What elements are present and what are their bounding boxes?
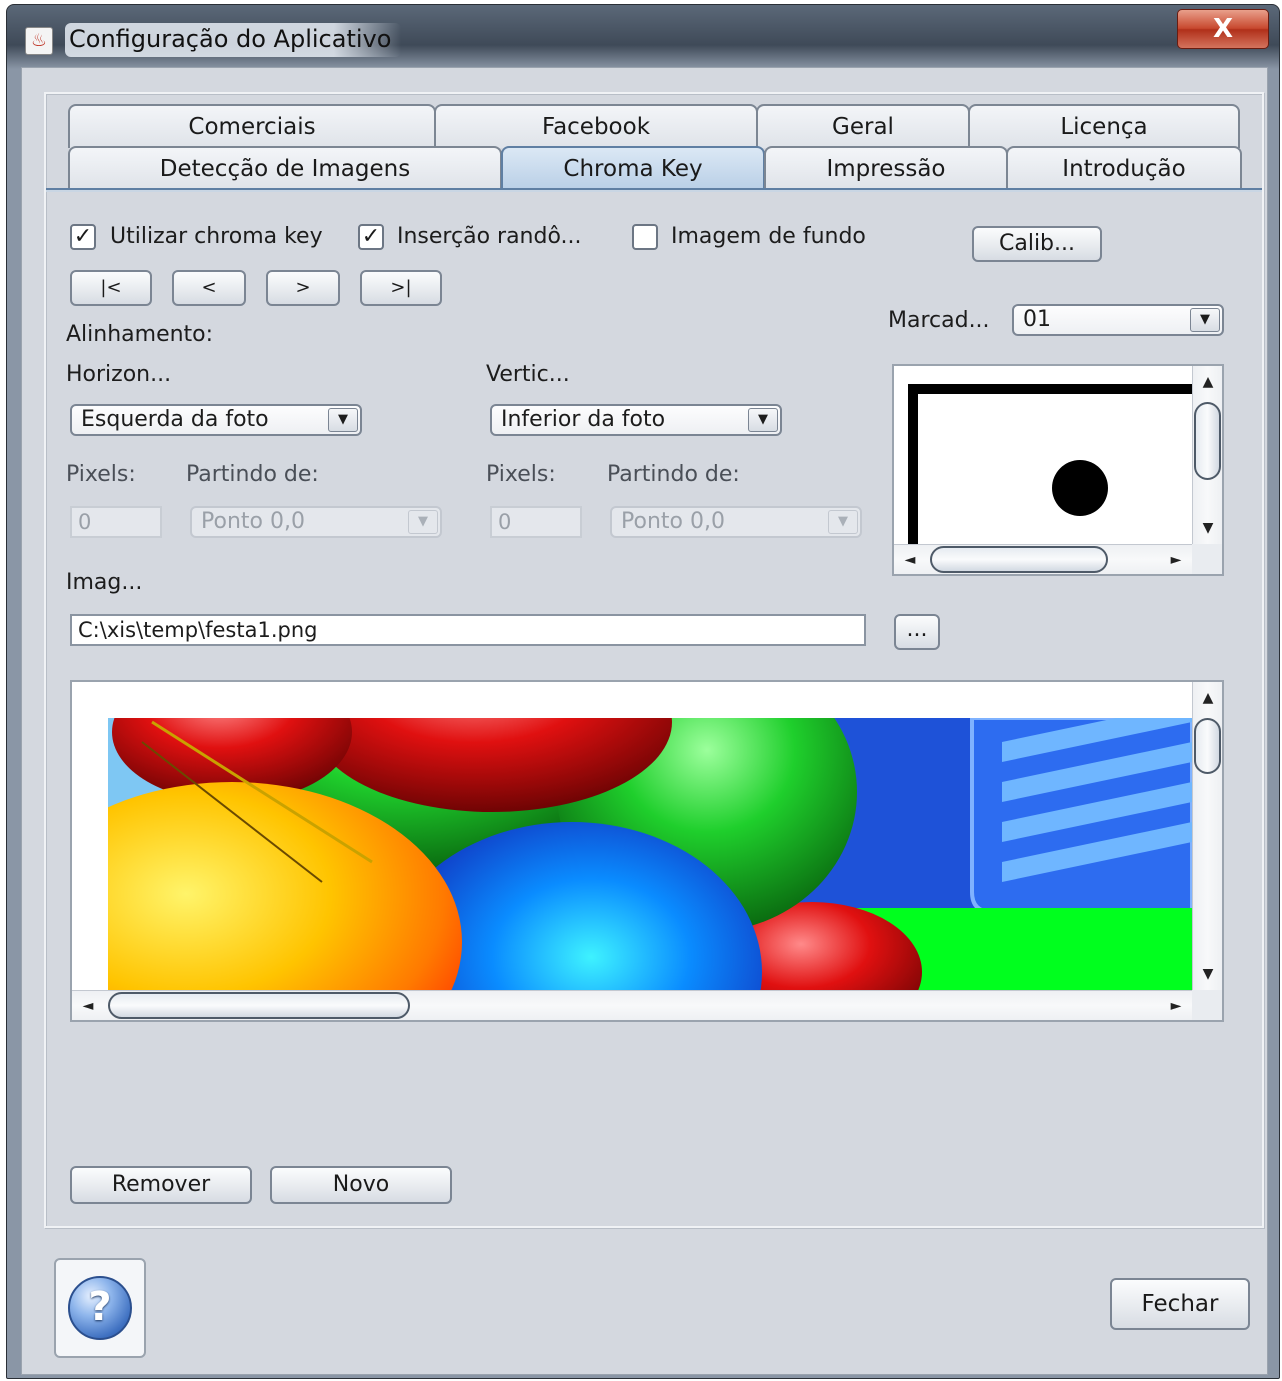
image-path-field[interactable]: C:\xis\temp\festa1.png bbox=[70, 614, 866, 646]
party-balloons-image bbox=[72, 682, 1192, 990]
vertical-from-value: Ponto 0,0 bbox=[621, 509, 725, 534]
alignment-label: Alinhamento: bbox=[66, 322, 214, 347]
horizontal-pixels-field[interactable]: 0 bbox=[70, 506, 162, 538]
close-button[interactable]: Fechar bbox=[1110, 1278, 1250, 1330]
scroll-left-icon[interactable]: ◄ bbox=[74, 992, 102, 1020]
first-button[interactable]: |< bbox=[70, 270, 152, 306]
vertical-label: Vertic... bbox=[486, 362, 570, 387]
use-chroma-key-checkbox[interactable]: ✓ bbox=[70, 224, 96, 250]
marker-preview-pane: ▲ ▼ ◄ ► bbox=[892, 364, 1224, 576]
horizontal-align-select[interactable]: Esquerda da foto ▼ bbox=[70, 404, 362, 436]
horizontal-pixels-label: Pixels: bbox=[66, 462, 136, 487]
vertical-from-select[interactable]: Ponto 0,0 ▼ bbox=[610, 506, 862, 538]
marker-preview-image bbox=[894, 366, 1192, 544]
use-chroma-key-label: Utilizar chroma key bbox=[110, 224, 323, 249]
tab-facebook[interactable]: Facebook bbox=[434, 104, 758, 148]
image-label: Imag... bbox=[66, 570, 143, 595]
scroll-corner bbox=[1192, 544, 1222, 574]
tab-introducao[interactable]: Introdução bbox=[1006, 146, 1242, 190]
previous-button[interactable]: < bbox=[172, 270, 246, 306]
tab-deteccao-imagens[interactable]: Detecção de Imagens bbox=[68, 146, 502, 190]
last-button[interactable]: >| bbox=[360, 270, 442, 306]
horizontal-from-value: Ponto 0,0 bbox=[201, 509, 305, 534]
scroll-up-icon[interactable]: ▲ bbox=[1194, 684, 1222, 712]
vertical-from-label: Partindo de: bbox=[607, 462, 740, 487]
background-image-label: Imagem de fundo bbox=[671, 224, 866, 249]
scroll-corner bbox=[1192, 990, 1222, 1020]
chevron-down-icon: ▼ bbox=[748, 408, 778, 432]
remove-button[interactable]: Remover bbox=[70, 1166, 252, 1204]
vertical-pixels-field[interactable]: 0 bbox=[490, 506, 582, 538]
scroll-thumb[interactable] bbox=[108, 992, 410, 1019]
close-window-button[interactable]: X bbox=[1177, 9, 1269, 49]
horizontal-align-value: Esquerda da foto bbox=[81, 407, 269, 432]
tab-panel: Comerciais Facebook Geral Licença Detecç… bbox=[44, 92, 1264, 1228]
chevron-down-icon: ▼ bbox=[828, 510, 858, 534]
tab-impressao[interactable]: Impressão bbox=[764, 146, 1008, 190]
chevron-down-icon: ▼ bbox=[328, 408, 358, 432]
scroll-down-icon[interactable]: ▼ bbox=[1194, 514, 1222, 542]
random-insert-label: Inserção randô... bbox=[397, 224, 582, 249]
java-cup-icon: ♨ bbox=[25, 27, 53, 55]
scroll-down-icon[interactable]: ▼ bbox=[1194, 960, 1222, 988]
vertical-pixels-label: Pixels: bbox=[486, 462, 556, 487]
browse-button[interactable]: ... bbox=[894, 614, 940, 650]
tab-licenca[interactable]: Licença bbox=[968, 104, 1240, 148]
app-window: ♨ Configuração do Aplicativo X Comerciai… bbox=[6, 4, 1280, 1379]
scroll-right-icon[interactable]: ► bbox=[1162, 546, 1190, 574]
marker-select-value: 01 bbox=[1023, 307, 1051, 332]
marker-label: Marcad... bbox=[888, 308, 990, 333]
vertical-align-select[interactable]: Inferior da foto ▼ bbox=[490, 404, 782, 436]
marker-select[interactable]: 01 ▼ bbox=[1012, 304, 1224, 336]
marker-vertical-scrollbar[interactable]: ▲ ▼ bbox=[1192, 366, 1222, 544]
marker-horizontal-scrollbar[interactable]: ◄ ► bbox=[894, 544, 1192, 574]
tab-chroma-key[interactable]: Chroma Key bbox=[501, 146, 765, 190]
horizontal-label: Horizon... bbox=[66, 362, 172, 387]
question-mark-icon: ? bbox=[68, 1276, 132, 1340]
random-insert-checkbox[interactable]: ✓ bbox=[358, 224, 384, 250]
scroll-thumb[interactable] bbox=[1194, 402, 1221, 480]
horizontal-from-label: Partindo de: bbox=[186, 462, 319, 487]
dialog-body: Comerciais Facebook Geral Licença Detecç… bbox=[21, 67, 1268, 1375]
background-image-checkbox[interactable] bbox=[632, 224, 658, 250]
next-button[interactable]: > bbox=[266, 270, 340, 306]
scroll-left-icon[interactable]: ◄ bbox=[896, 546, 924, 574]
scroll-thumb[interactable] bbox=[1194, 718, 1221, 774]
chevron-down-icon: ▼ bbox=[408, 510, 438, 534]
help-button[interactable]: ? bbox=[54, 1258, 146, 1358]
blue-stripes-graphic bbox=[970, 702, 1192, 914]
vertical-align-value: Inferior da foto bbox=[501, 407, 666, 432]
calibrate-button[interactable]: Calib... bbox=[972, 226, 1102, 262]
chevron-down-icon: ▼ bbox=[1190, 308, 1220, 332]
new-button[interactable]: Novo bbox=[270, 1166, 452, 1204]
scroll-right-icon[interactable]: ► bbox=[1162, 992, 1190, 1020]
title-bar[interactable]: ♨ Configuração do Aplicativo X bbox=[7, 5, 1279, 67]
preview-vertical-scrollbar[interactable]: ▲ ▼ bbox=[1192, 682, 1222, 990]
scroll-up-icon[interactable]: ▲ bbox=[1194, 368, 1222, 396]
tab-geral[interactable]: Geral bbox=[756, 104, 970, 148]
tab-comerciais[interactable]: Comerciais bbox=[68, 104, 436, 148]
horizontal-from-select[interactable]: Ponto 0,0 ▼ bbox=[190, 506, 442, 538]
marker-dot bbox=[1052, 460, 1108, 516]
preview-horizontal-scrollbar[interactable]: ◄ ► bbox=[72, 990, 1192, 1020]
scroll-thumb[interactable] bbox=[930, 546, 1108, 573]
image-preview-pane: ▲ ▼ ◄ ► bbox=[70, 680, 1224, 1022]
tab-strip-border bbox=[46, 188, 1262, 192]
window-title: Configuração do Aplicativo bbox=[65, 23, 402, 57]
